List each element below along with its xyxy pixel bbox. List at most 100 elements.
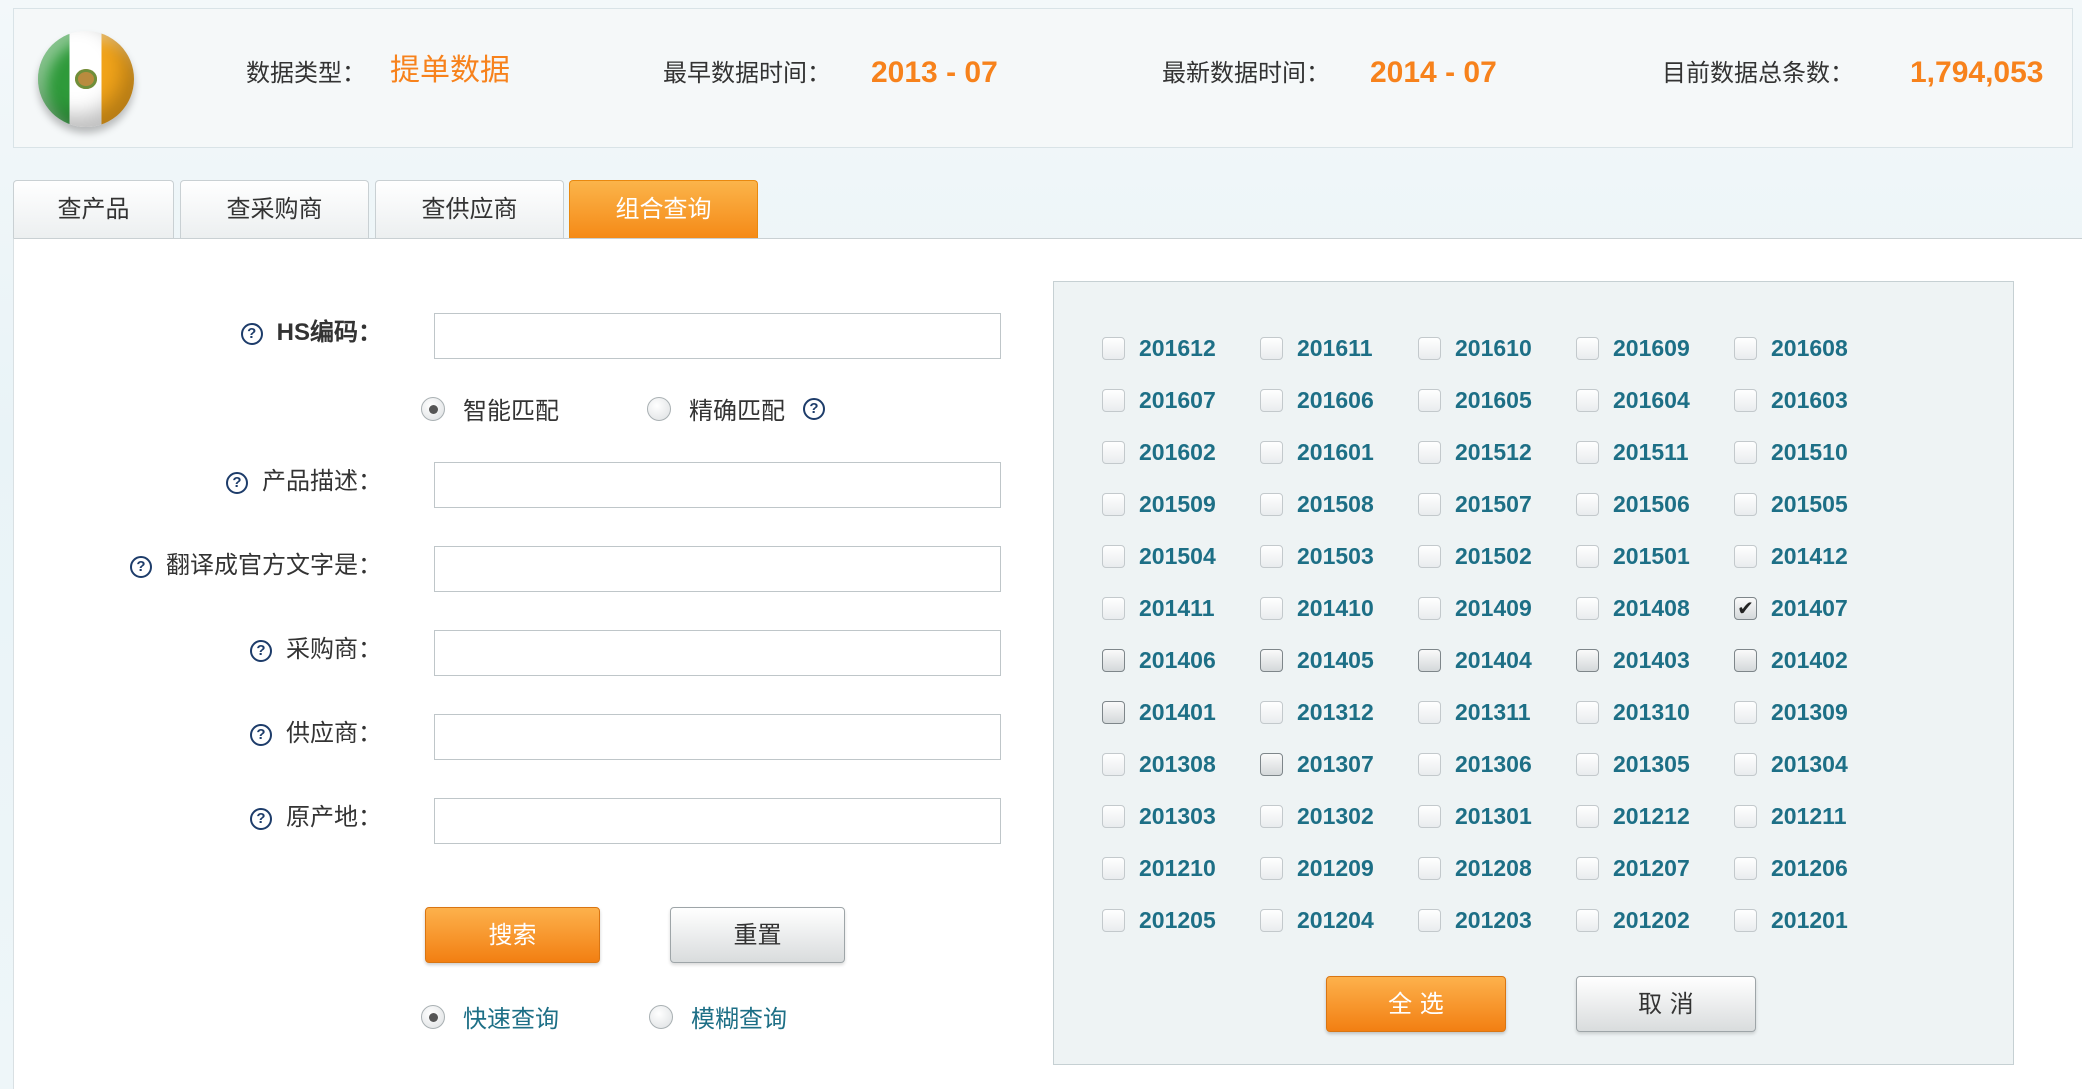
month-checkbox-item[interactable]: 201201 — [1734, 894, 1892, 946]
month-checkbox-item[interactable]: 201310 — [1576, 686, 1734, 738]
month-checkbox-item[interactable]: 201307 — [1260, 738, 1418, 790]
month-checkbox-item[interactable]: 201207 — [1576, 842, 1734, 894]
select-all-button[interactable]: 全 选 — [1326, 976, 1506, 1032]
radio-fuzzy-query[interactable]: 模糊查询 — [649, 999, 787, 1034]
checkbox[interactable] — [1418, 544, 1441, 568]
checkbox[interactable] — [1418, 648, 1441, 672]
month-checkbox-item[interactable]: 201309 — [1734, 686, 1892, 738]
month-checkbox-item[interactable]: 201509 — [1102, 478, 1260, 530]
help-icon[interactable]: ? — [250, 639, 272, 662]
month-checkbox-item[interactable]: 201606 — [1260, 374, 1418, 426]
month-checkbox-item[interactable]: ✔ 201407 — [1734, 582, 1892, 634]
checkbox[interactable] — [1734, 908, 1757, 932]
cancel-button[interactable]: 取 消 — [1576, 976, 1756, 1032]
month-checkbox-item[interactable]: 201607 — [1102, 374, 1260, 426]
checkbox[interactable] — [1418, 336, 1441, 360]
month-checkbox-item[interactable]: 201403 — [1576, 634, 1734, 686]
radio-dot[interactable] — [649, 1004, 673, 1029]
month-checkbox-item[interactable]: 201206 — [1734, 842, 1892, 894]
month-checkbox-item[interactable]: 201204 — [1260, 894, 1418, 946]
help-icon[interactable]: ? — [240, 322, 263, 345]
radio-fast-query[interactable]: 快速查询 — [421, 999, 559, 1034]
checkbox[interactable] — [1576, 648, 1599, 672]
month-checkbox-item[interactable]: 201411 — [1102, 582, 1260, 634]
checkbox[interactable] — [1260, 596, 1283, 620]
month-checkbox-item[interactable]: 201202 — [1576, 894, 1734, 946]
checkbox[interactable] — [1260, 856, 1283, 880]
checkbox[interactable] — [1734, 336, 1757, 360]
month-checkbox-item[interactable]: 201604 — [1576, 374, 1734, 426]
month-checkbox-item[interactable]: 201301 — [1418, 790, 1576, 842]
radio-dot[interactable] — [647, 396, 671, 421]
radio-smart-match[interactable]: 智能匹配 — [421, 391, 559, 426]
help-icon[interactable]: ? — [130, 555, 152, 578]
month-checkbox-item[interactable]: 201205 — [1102, 894, 1260, 946]
checkbox[interactable] — [1260, 908, 1283, 932]
checkbox[interactable] — [1418, 492, 1441, 516]
month-checkbox-item[interactable]: 201404 — [1418, 634, 1576, 686]
checkbox[interactable] — [1418, 804, 1441, 828]
checkbox[interactable] — [1576, 856, 1599, 880]
checkbox[interactable] — [1418, 908, 1441, 932]
checkbox[interactable] — [1260, 388, 1283, 412]
month-checkbox-item[interactable]: 201208 — [1418, 842, 1576, 894]
checkbox[interactable] — [1102, 908, 1125, 932]
checkbox[interactable] — [1102, 856, 1125, 880]
month-checkbox-item[interactable]: 201605 — [1418, 374, 1576, 426]
radio-dot[interactable] — [421, 396, 445, 421]
month-checkbox-item[interactable]: 201302 — [1260, 790, 1418, 842]
month-checkbox-item[interactable]: 201412 — [1734, 530, 1892, 582]
checkbox[interactable] — [1102, 336, 1125, 360]
month-checkbox-item[interactable]: 201512 — [1418, 426, 1576, 478]
month-checkbox-item[interactable]: 201401 — [1102, 686, 1260, 738]
origin-input[interactable] — [434, 798, 1001, 844]
radio-exact-match[interactable]: 精确匹配 ? — [647, 391, 839, 426]
checkbox-checked[interactable]: ✔ — [1734, 596, 1757, 620]
tab-combined-query[interactable]: 组合查询 — [569, 180, 758, 238]
month-checkbox-item[interactable]: 201304 — [1734, 738, 1892, 790]
checkbox[interactable] — [1102, 804, 1125, 828]
checkbox[interactable] — [1102, 700, 1125, 724]
supplier-input[interactable] — [434, 714, 1001, 760]
checkbox[interactable] — [1734, 440, 1757, 464]
checkbox[interactable] — [1418, 596, 1441, 620]
checkbox[interactable] — [1576, 492, 1599, 516]
month-checkbox-item[interactable]: 201308 — [1102, 738, 1260, 790]
translation-input[interactable] — [434, 546, 1001, 592]
month-checkbox-item[interactable]: 201501 — [1576, 530, 1734, 582]
month-checkbox-item[interactable]: 201601 — [1260, 426, 1418, 478]
month-checkbox-item[interactable]: 201311 — [1418, 686, 1576, 738]
month-checkbox-item[interactable]: 201408 — [1576, 582, 1734, 634]
month-checkbox-item[interactable]: 201504 — [1102, 530, 1260, 582]
checkbox[interactable] — [1102, 388, 1125, 412]
checkbox[interactable] — [1418, 752, 1441, 776]
tab-product[interactable]: 查产品 — [13, 180, 174, 238]
checkbox[interactable] — [1734, 648, 1757, 672]
month-checkbox-item[interactable]: 201508 — [1260, 478, 1418, 530]
month-checkbox-item[interactable]: 201212 — [1576, 790, 1734, 842]
checkbox[interactable] — [1418, 388, 1441, 412]
month-checkbox-item[interactable]: 201510 — [1734, 426, 1892, 478]
month-checkbox-item[interactable]: 201611 — [1260, 322, 1418, 374]
month-checkbox-item[interactable]: 201502 — [1418, 530, 1576, 582]
checkbox[interactable] — [1734, 804, 1757, 828]
help-icon[interactable]: ? — [226, 471, 248, 494]
checkbox[interactable] — [1734, 700, 1757, 724]
month-checkbox-item[interactable]: 201409 — [1418, 582, 1576, 634]
month-checkbox-item[interactable]: 201211 — [1734, 790, 1892, 842]
product-desc-input[interactable] — [434, 462, 1001, 508]
month-checkbox-item[interactable]: 201612 — [1102, 322, 1260, 374]
month-checkbox-item[interactable]: 201506 — [1576, 478, 1734, 530]
checkbox[interactable] — [1734, 388, 1757, 412]
checkbox[interactable] — [1734, 492, 1757, 516]
checkbox[interactable] — [1260, 700, 1283, 724]
checkbox[interactable] — [1576, 752, 1599, 776]
month-checkbox-item[interactable]: 201209 — [1260, 842, 1418, 894]
checkbox[interactable] — [1734, 856, 1757, 880]
radio-dot[interactable] — [421, 1004, 445, 1029]
reset-button[interactable]: 重置 — [670, 907, 845, 963]
month-checkbox-item[interactable]: 201406 — [1102, 634, 1260, 686]
month-checkbox-item[interactable]: 201410 — [1260, 582, 1418, 634]
checkbox[interactable] — [1418, 440, 1441, 464]
checkbox[interactable] — [1418, 856, 1441, 880]
